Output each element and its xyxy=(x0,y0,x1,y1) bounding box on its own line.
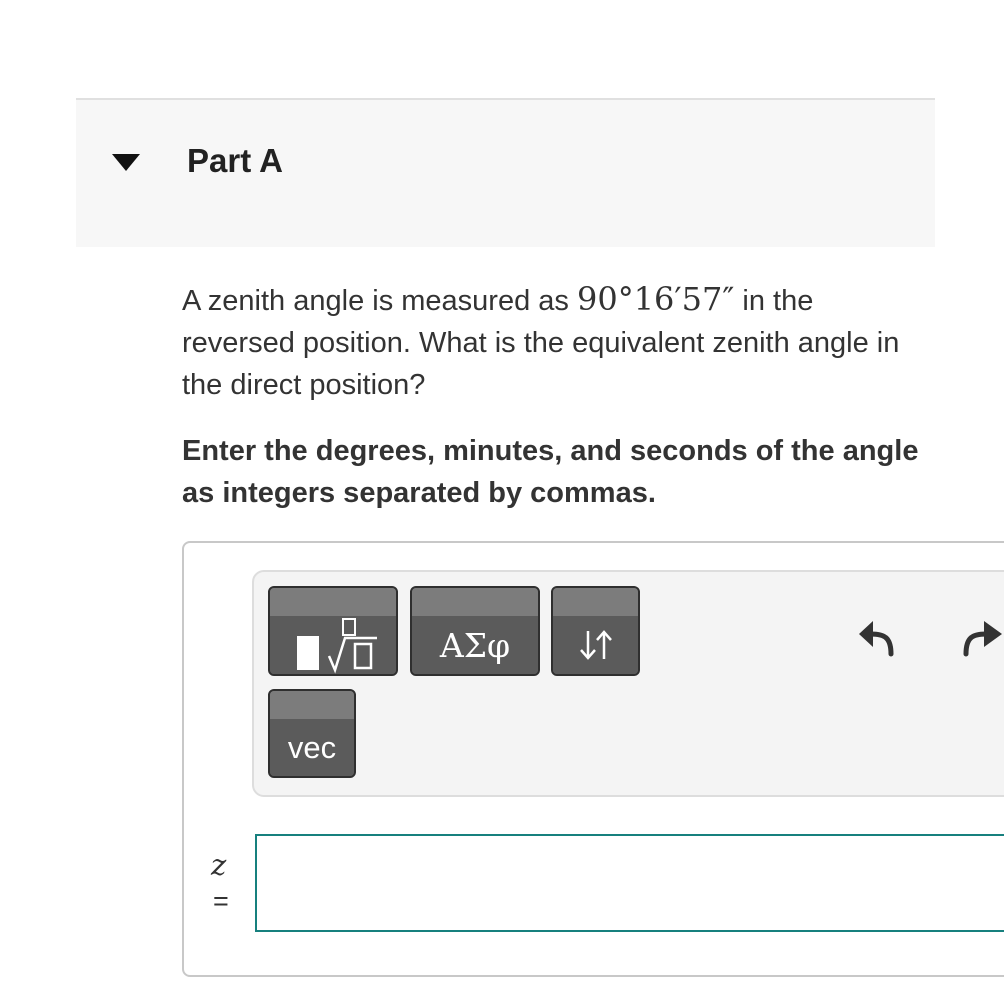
question-prefix: A zenith angle is measured as xyxy=(182,285,577,317)
caret-down-icon[interactable] xyxy=(112,154,140,172)
greek-label: ΑΣφ xyxy=(439,625,511,665)
vec-button[interactable]: vec xyxy=(268,689,356,778)
greek-symbols-button[interactable]: ΑΣφ xyxy=(410,586,540,676)
button-band xyxy=(553,588,638,616)
part-title: Part A xyxy=(187,142,283,179)
templates-button[interactable] xyxy=(268,586,398,676)
answer-variable-label: z xyxy=(211,848,227,882)
button-band xyxy=(270,691,354,719)
up-down-arrows-icon xyxy=(579,630,612,660)
button-face: vec xyxy=(270,719,354,776)
equals-sign: = xyxy=(213,886,229,916)
button-face xyxy=(270,616,396,674)
angle-value: 90°16′57″ xyxy=(576,280,735,318)
instruction-text: Enter the degrees, minutes, and seconds … xyxy=(182,435,919,509)
button-band xyxy=(270,588,396,616)
button-face: ΑΣφ xyxy=(412,616,538,674)
undo-arrow-icon[interactable] xyxy=(857,614,899,658)
vec-label: vec xyxy=(287,729,337,765)
answer-input[interactable] xyxy=(255,834,1004,932)
question-text: A zenith angle is measured as 90°16′57″ … xyxy=(182,278,922,406)
part-header[interactable]: Part A xyxy=(76,98,935,247)
redo-arrow-icon[interactable] xyxy=(958,614,1004,658)
button-band xyxy=(412,588,538,616)
fraction-sqrt-template-icon xyxy=(297,618,377,674)
arrows-button[interactable] xyxy=(551,586,640,676)
button-face xyxy=(553,616,638,674)
